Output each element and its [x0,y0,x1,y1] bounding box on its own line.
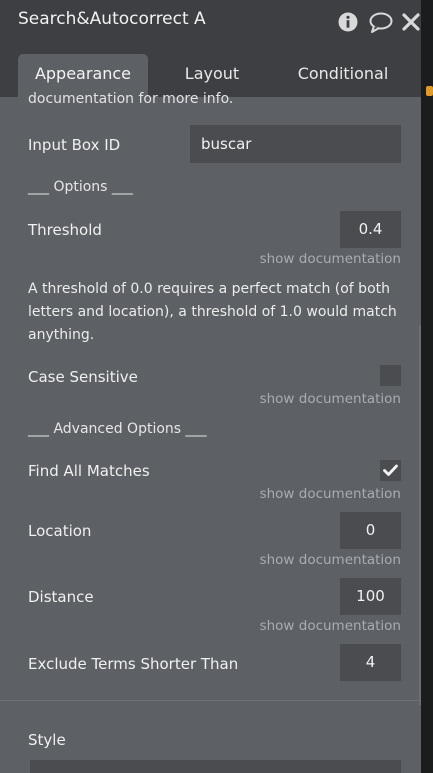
threshold-field[interactable]: 0.4 [340,211,401,248]
truncated-description: documentation for more info. [28,91,234,107]
case-sensitive-label: Case Sensitive [28,368,138,386]
distance-doc-link[interactable]: show documentation [260,618,401,634]
threshold-help-text: A threshold of 0.0 requires a perfect ma… [28,281,397,343]
style-label: Style [28,731,66,749]
comment-icon[interactable] [368,11,394,33]
options-section-header: ___ Options ___ [28,179,133,195]
style-dropdown[interactable] [30,760,401,773]
close-icon[interactable] [402,11,420,33]
find-all-matches-checkbox[interactable] [380,460,401,481]
location-field[interactable]: 0 [340,512,401,549]
window-title: Search&Autocorrect A [18,9,206,29]
property-editor-panel: Search&Autocorrect A Appearance Layout C… [0,0,421,773]
threshold-doc-link[interactable]: show documentation [260,251,401,267]
advanced-options-section-header: ___ Advanced Options ___ [28,421,207,437]
distance-label: Distance [28,588,94,606]
input-box-id-field[interactable]: buscar [190,125,401,163]
canvas-edge [421,0,433,773]
find-all-matches-doc-link[interactable]: show documentation [260,486,401,502]
location-doc-link[interactable]: show documentation [260,552,401,568]
distance-field[interactable]: 100 [340,578,401,615]
threshold-label: Threshold [28,221,102,239]
section-divider [0,700,421,701]
tab-bar: Appearance Layout Conditional [0,42,421,97]
exclude-terms-field[interactable]: 4 [340,644,401,681]
input-box-id-label: Input Box ID [28,136,121,154]
info-icon[interactable] [337,11,359,33]
location-label: Location [28,522,92,540]
exclude-terms-label: Exclude Terms Shorter Than [28,655,239,673]
case-sensitive-checkbox[interactable] [380,365,401,386]
tab-conditional[interactable]: Conditional [282,54,404,97]
canvas-marker [426,86,433,96]
title-bar: Search&Autocorrect A [0,0,421,42]
case-sensitive-doc-link[interactable]: show documentation [260,391,401,407]
checkmark-icon [383,464,398,476]
find-all-matches-label: Find All Matches [28,462,150,480]
